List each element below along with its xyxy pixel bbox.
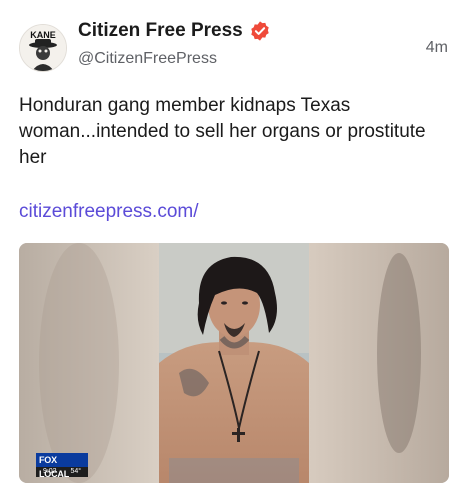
author-header: Citizen Free Press <box>78 20 271 42</box>
badge-time: 9:02 <box>42 468 57 475</box>
post-text: Honduran gang member kidnaps Texas woman… <box>19 95 426 168</box>
avatar-kane-icon: KANE <box>20 25 66 71</box>
post-link[interactable]: citizenfreepress.com/ <box>19 201 199 223</box>
author-handle[interactable]: @CitizenFreePress <box>78 50 217 68</box>
author-avatar[interactable]: KANE <box>19 24 67 72</box>
badge-temp: 54° <box>70 468 82 475</box>
post-media[interactable]: FOX LOCAL 9:02 54° <box>19 243 449 483</box>
verified-badge-icon <box>251 21 269 41</box>
media-image <box>19 243 449 483</box>
avatar-text: KANE <box>30 30 56 40</box>
badge-brand: FOX LOCAL <box>36 453 88 479</box>
author-display-name[interactable]: Citizen Free Press <box>78 20 243 42</box>
post-timestamp[interactable]: 4m <box>426 39 448 57</box>
fox-local-badge: FOX LOCAL 9:02 54° <box>36 453 88 479</box>
